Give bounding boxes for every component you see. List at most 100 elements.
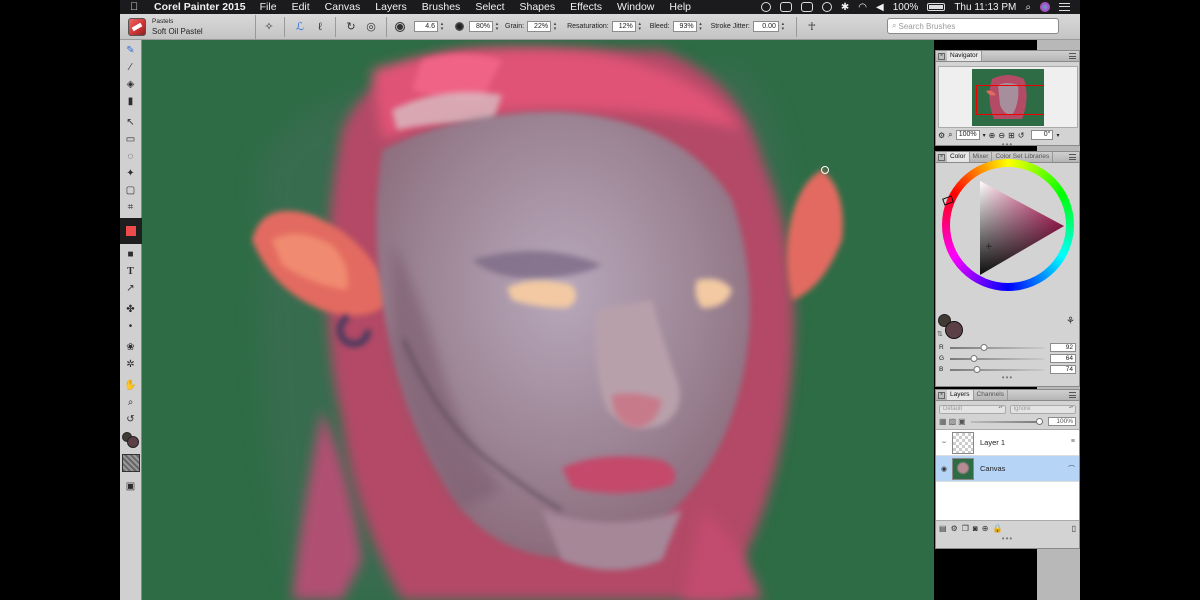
group-layers-icon[interactable]: ❐ <box>962 524 969 533</box>
text-tool-icon[interactable]: T <box>122 263 140 280</box>
menu-shapes[interactable]: Shapes <box>520 1 556 13</box>
delete-layer-icon[interactable]: ▯ <box>1072 524 1076 533</box>
green-slider-knob[interactable] <box>970 354 977 362</box>
close-icon[interactable]: × <box>938 391 945 399</box>
shape-selection-tool-icon[interactable]: ↗ <box>122 280 140 297</box>
dynamic-plugins-icon[interactable]: ⚙ <box>951 524 958 533</box>
saturation-triangle[interactable]: + <box>936 122 1081 302</box>
menu-effects[interactable]: Effects <box>570 1 602 13</box>
menu-window[interactable]: Window <box>617 1 654 13</box>
layer-row-canvas[interactable]: ◉ Canvas ⌒ <box>936 456 1079 482</box>
green-slider[interactable] <box>950 354 1044 362</box>
green-value[interactable]: 64 <box>1050 354 1076 363</box>
enhanced-brush-ghost-icon[interactable]: ◎ <box>364 20 378 34</box>
navigator-preview[interactable] <box>937 66 1078 128</box>
panel-menu-icon[interactable] <box>1069 53 1076 59</box>
panel-menu-icon[interactable] <box>1069 392 1076 398</box>
color-wells[interactable] <box>121 432 140 450</box>
bleed-stepper[interactable]: ▴ ▾ <box>698 21 704 32</box>
layer-row-layer-1[interactable]: ⌣ Layer 1 ≡ <box>936 430 1079 456</box>
clone-color-icon[interactable]: ⚘ <box>1066 316 1075 327</box>
bleed-field[interactable]: 93% <box>672 21 697 32</box>
menu-edit[interactable]: Edit <box>292 1 310 13</box>
tab-layers[interactable]: Layers <box>947 390 974 400</box>
main-color-swatch[interactable] <box>945 321 963 339</box>
bluetooth-icon[interactable]: ✱ <box>841 2 849 13</box>
menu-file[interactable]: File <box>260 1 277 13</box>
red-slider[interactable] <box>950 343 1044 351</box>
blue-value[interactable]: 74 <box>1050 365 1076 374</box>
navigator-viewport-rect[interactable] <box>975 85 1044 115</box>
tab-channels[interactable]: Channels <box>974 390 1008 400</box>
wifi-icon[interactable]: ◠ <box>858 2 867 13</box>
grain-stepper[interactable]: ▴ ▾ <box>552 21 558 32</box>
spotlight-icon[interactable]: ⌕ <box>1025 2 1031 13</box>
dodge-tool-icon[interactable]: ❀ <box>122 339 140 356</box>
layer-mask-icon[interactable]: ▣ <box>958 417 966 426</box>
straight-line-stroke-icon[interactable]: ℓ <box>313 20 327 34</box>
stroke-jitter-field[interactable]: 0.00 <box>752 21 779 32</box>
tab-navigator[interactable]: Navigator <box>947 51 982 61</box>
resaturation-stepper[interactable]: ▴ ▾ <box>637 21 643 32</box>
close-icon[interactable]: × <box>938 52 945 60</box>
brush-calibration-icon[interactable]: ☥ <box>805 20 819 34</box>
red-slider-knob[interactable] <box>980 343 988 351</box>
paper-selector[interactable] <box>121 454 140 472</box>
paint-bucket-tool-icon[interactable]: ◈ <box>122 76 140 93</box>
size-field[interactable]: 4.6 <box>414 21 438 32</box>
layer-adjuster-tool-icon[interactable]: ↖ <box>122 114 140 131</box>
crop-tool-icon[interactable]: ⌗ <box>122 199 140 216</box>
create-layer-mask-icon[interactable]: ◙ <box>973 524 978 533</box>
creative-cloud-icon[interactable] <box>760 2 771 12</box>
battery-icon[interactable] <box>927 3 946 11</box>
rotate-page-tool-icon[interactable]: ↺ <box>122 411 140 428</box>
magnifier-tool-icon[interactable]: ⌕ <box>122 394 140 411</box>
volume-icon[interactable]: ◀ <box>876 2 884 13</box>
layer-opacity-field[interactable]: 100% <box>1048 417 1076 426</box>
grabber-tool-icon[interactable]: ✋ <box>122 377 140 394</box>
visible-eye-icon[interactable]: ◉ <box>936 465 952 473</box>
brush-thumbnail[interactable] <box>128 17 146 36</box>
opacity-field[interactable]: 80% <box>469 21 493 32</box>
freehand-stroke-icon[interactable]: ℒ <box>293 20 307 34</box>
color-wheel[interactable]: + <box>936 122 1081 291</box>
panel-resize-grip[interactable]: ••• <box>936 535 1079 543</box>
new-layer-icon[interactable]: ⊕ <box>982 524 989 533</box>
blue-slider-knob[interactable] <box>973 365 981 373</box>
reset-tool-icon[interactable]: ✧ <box>262 20 276 34</box>
menu-canvas[interactable]: Canvas <box>325 1 361 13</box>
lock-icon[interactable]: 🔒 <box>992 524 1002 533</box>
siri-icon[interactable] <box>1040 2 1050 12</box>
layer-commands-icon[interactable]: ▤ <box>939 524 947 533</box>
brush-selector[interactable]: Pastels Soft Oil Pastel <box>120 14 256 39</box>
composite-method-select[interactable]: Default <box>939 405 1006 414</box>
stroke-jitter-stepper[interactable]: ▴ ▾ <box>780 21 786 32</box>
rubber-stamp-tool-icon[interactable]: • <box>122 318 140 335</box>
lasso-tool-icon[interactable]: ◌ <box>122 148 140 165</box>
time-machine-icon[interactable] <box>821 2 832 12</box>
layer-opacity-slider[interactable] <box>970 417 1043 425</box>
grain-field[interactable]: 22% <box>527 21 552 32</box>
search-brushes-input[interactable]: ⌕ Search Brushes <box>887 18 1059 34</box>
clock[interactable]: Thu 11:13 PM <box>954 2 1016 13</box>
shape-tool-icon[interactable]: ■ <box>122 246 140 263</box>
eraser-tool-icon[interactable]: ▮ <box>122 93 140 110</box>
transform-tool-icon[interactable]: ▢ <box>122 182 140 199</box>
color-wells-mini[interactable]: ⇅ ⚘ <box>936 312 1079 342</box>
brush-tool-icon[interactable]: ✎ <box>122 42 140 59</box>
hidden-eye-icon[interactable]: ⌣ <box>936 439 952 447</box>
media-selector-icon[interactable]: ▣ <box>122 478 140 495</box>
app-menu[interactable]: Corel Painter 2015 <box>154 1 246 13</box>
apple-menu-icon[interactable]:  <box>130 1 144 13</box>
notification-center-icon[interactable] <box>1059 3 1070 11</box>
lock-transparency-icon[interactable]: ▦ <box>939 417 947 426</box>
size-stepper[interactable]: ▴ ▾ <box>439 21 445 32</box>
menu-brushes[interactable]: Brushes <box>422 1 461 13</box>
canvas[interactable] <box>142 40 934 600</box>
panel-resize-grip[interactable]: ••• <box>936 374 1079 382</box>
preserve-select[interactable]: Ignore <box>1009 405 1076 414</box>
dropper-tool-icon[interactable]: ∕ <box>122 59 140 76</box>
menu-select[interactable]: Select <box>475 1 504 13</box>
brush-color-tool[interactable] <box>119 218 142 244</box>
screen-icon[interactable] <box>779 2 792 12</box>
